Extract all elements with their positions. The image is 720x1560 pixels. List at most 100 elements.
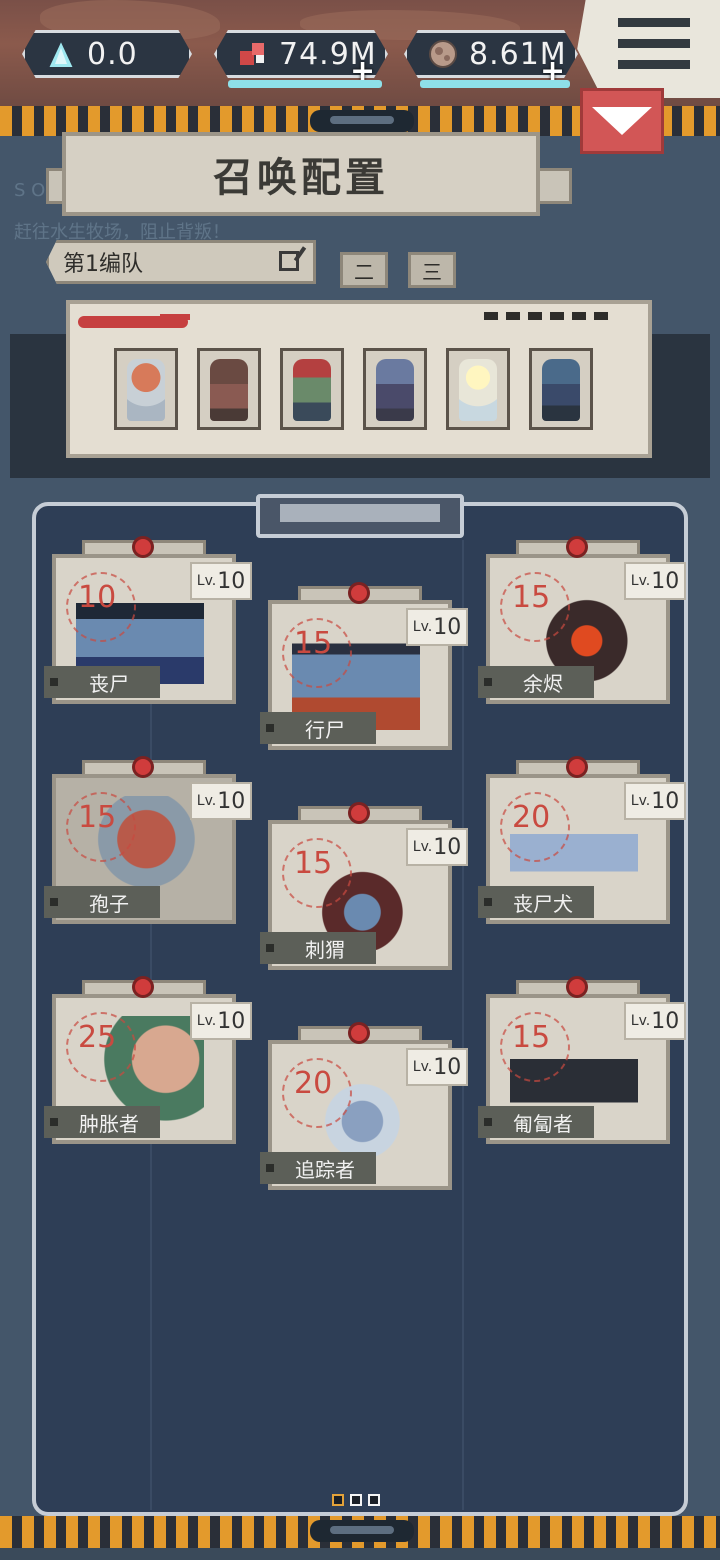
page-title: 召唤配置 — [62, 132, 540, 216]
squad-slot-5[interactable] — [446, 348, 510, 430]
level-prefix: Lv. — [630, 573, 651, 589]
card-name: 孢子 — [44, 886, 160, 918]
card-cost: 15 — [294, 846, 333, 881]
card-pin — [132, 976, 154, 998]
level-value: 10 — [217, 1008, 246, 1034]
card-name: 刺猬 — [260, 932, 376, 964]
card-level: Lv. 10 — [624, 1002, 686, 1040]
squad-slot-6[interactable] — [529, 348, 593, 430]
team-selector[interactable]: 第1编队 — [46, 240, 316, 284]
minion-card-spore[interactable]: 15 Lv. 10 孢子 — [44, 756, 252, 926]
card-cost: 15 — [512, 1020, 551, 1055]
spore-character-icon — [127, 359, 165, 421]
title-ear-right — [536, 168, 572, 204]
glowing-ghost-character-icon — [459, 359, 497, 421]
card-pin — [132, 756, 154, 778]
card-cost: 20 — [512, 800, 551, 835]
minion-card-zombie[interactable]: 10 Lv. 10 丧尸 — [44, 536, 252, 706]
minion-card-crawler[interactable]: 15 Lv. 10 匍匐者 — [478, 976, 686, 1146]
level-prefix: Lv. — [412, 1059, 433, 1075]
team-label: 第1编队 — [63, 252, 143, 277]
card-name: 丧尸犬 — [478, 886, 594, 918]
card-cost: 15 — [294, 626, 333, 661]
squad-slot-3[interactable] — [280, 348, 344, 430]
card-level: Lv. 10 — [406, 1048, 468, 1086]
card-pin — [348, 1022, 370, 1044]
team-tab-2[interactable]: 二 — [340, 252, 388, 288]
level-value: 10 — [433, 614, 462, 640]
squad-slot-1[interactable] — [114, 348, 178, 430]
card-level: Lv. 10 — [190, 1002, 252, 1040]
level-value: 10 — [433, 1054, 462, 1080]
card-name: 行尸 — [260, 712, 376, 744]
card-pin — [348, 582, 370, 604]
bone-progress-bar — [420, 80, 570, 88]
level-prefix: Lv. — [630, 1013, 651, 1029]
page-dot[interactable] — [350, 1494, 362, 1506]
card-pin — [566, 976, 588, 998]
crystal-icon — [43, 36, 79, 72]
card-pin — [348, 802, 370, 824]
triangle-down-icon — [592, 107, 652, 135]
card-name: 余烬 — [478, 666, 594, 698]
card-level: Lv. 10 — [406, 828, 468, 866]
level-value: 10 — [651, 1008, 680, 1034]
page-dot-active[interactable] — [332, 1494, 344, 1506]
card-pin — [132, 536, 154, 558]
card-name: 匍匐者 — [478, 1106, 594, 1138]
squad-capacity-dashes — [484, 312, 608, 320]
edit-icon[interactable] — [279, 251, 299, 271]
minion-card-walker[interactable]: 15 Lv. 10 行尸 — [260, 582, 468, 752]
level-value: 10 — [651, 788, 680, 814]
blood-splatter-small — [160, 314, 190, 320]
card-level: Lv. 10 — [406, 608, 468, 646]
level-value: 10 — [433, 834, 462, 860]
page-indicator — [332, 1494, 380, 1506]
flesh-progress-bar — [228, 80, 382, 88]
minion-card-zombie-dog[interactable]: 20 Lv. 10 丧尸犬 — [478, 756, 686, 926]
card-name: 丧尸 — [44, 666, 160, 698]
top-strip-handle — [310, 110, 414, 132]
crystal-resource[interactable]: 0.0 — [22, 30, 192, 78]
card-cost: 15 — [512, 580, 551, 615]
level-prefix: Lv. — [196, 793, 217, 809]
level-prefix: Lv. — [196, 573, 217, 589]
card-name: 肿胀者 — [44, 1106, 160, 1138]
squad-slot-2[interactable] — [197, 348, 261, 430]
level-value: 10 — [217, 788, 246, 814]
hamburger-icon — [618, 18, 690, 81]
level-prefix: Lv. — [412, 619, 433, 635]
masked-zombie-character-icon — [542, 359, 580, 421]
collapse-button[interactable] — [580, 88, 664, 154]
demon-character-icon — [376, 359, 414, 421]
meat-icon — [235, 36, 271, 72]
team-tab-3[interactable]: 三 — [408, 252, 456, 288]
level-value: 10 — [217, 568, 246, 594]
brute-character-icon — [210, 359, 248, 421]
minion-card-bloater[interactable]: 25 Lv. 10 肿胀者 — [44, 976, 252, 1146]
axe-warrior-character-icon — [293, 359, 331, 421]
card-cost: 15 — [78, 800, 117, 835]
card-level: Lv. 10 — [190, 562, 252, 600]
card-pin — [566, 756, 588, 778]
minion-card-ember[interactable]: 15 Lv. 10 余烬 — [478, 536, 686, 706]
card-cost: 20 — [294, 1066, 333, 1101]
grid-panel-handle[interactable] — [256, 494, 464, 538]
level-prefix: Lv. — [196, 1013, 217, 1029]
card-name: 追踪者 — [260, 1152, 376, 1184]
page-dot[interactable] — [368, 1494, 380, 1506]
card-level: Lv. 10 — [624, 562, 686, 600]
minion-card-tracker[interactable]: 20 Lv. 10 追踪者 — [260, 1022, 468, 1192]
crystal-value: 0.0 — [87, 36, 138, 72]
background-stage-label: S O — [14, 180, 46, 201]
card-level: Lv. 10 — [624, 782, 686, 820]
level-prefix: Lv. — [412, 839, 433, 855]
card-level: Lv. 10 — [190, 782, 252, 820]
bottom-strip-handle — [310, 1520, 414, 1542]
card-pin — [566, 536, 588, 558]
level-prefix: Lv. — [630, 793, 651, 809]
minion-card-hedgehog[interactable]: 15 Lv. 10 刺猬 — [260, 802, 468, 972]
bone-icon — [425, 36, 461, 72]
card-cost: 25 — [78, 1020, 117, 1055]
squad-slot-4[interactable] — [363, 348, 427, 430]
